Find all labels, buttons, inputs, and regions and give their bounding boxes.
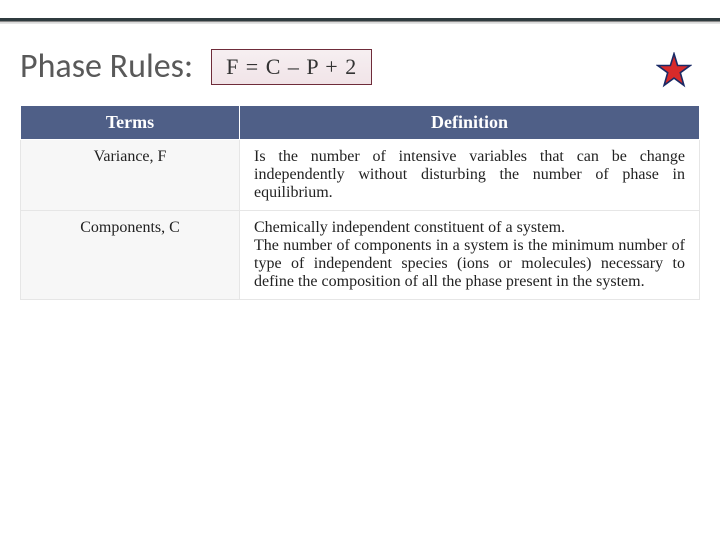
column-header-terms: Terms — [21, 106, 240, 140]
terms-table: Terms Definition Variance, F Is the numb… — [20, 105, 700, 300]
decorative-top-bar — [0, 0, 720, 22]
page-title: Phase Rules: — [20, 46, 193, 87]
definition-cell: Chemically independent constituent of a … — [240, 211, 700, 300]
column-header-definition: Definition — [240, 106, 700, 140]
definition-cell: Is the number of intensive variables tha… — [240, 140, 700, 211]
table-row: Variance, F Is the number of intensive v… — [21, 140, 700, 211]
star-icon — [656, 52, 692, 88]
table-row: Components, C Chemically independent con… — [21, 211, 700, 300]
formula-box: F = C – P + 2 — [211, 49, 372, 85]
header: Phase Rules: F = C – P + 2 — [0, 22, 720, 105]
term-cell: Components, C — [21, 211, 240, 300]
term-cell: Variance, F — [21, 140, 240, 211]
